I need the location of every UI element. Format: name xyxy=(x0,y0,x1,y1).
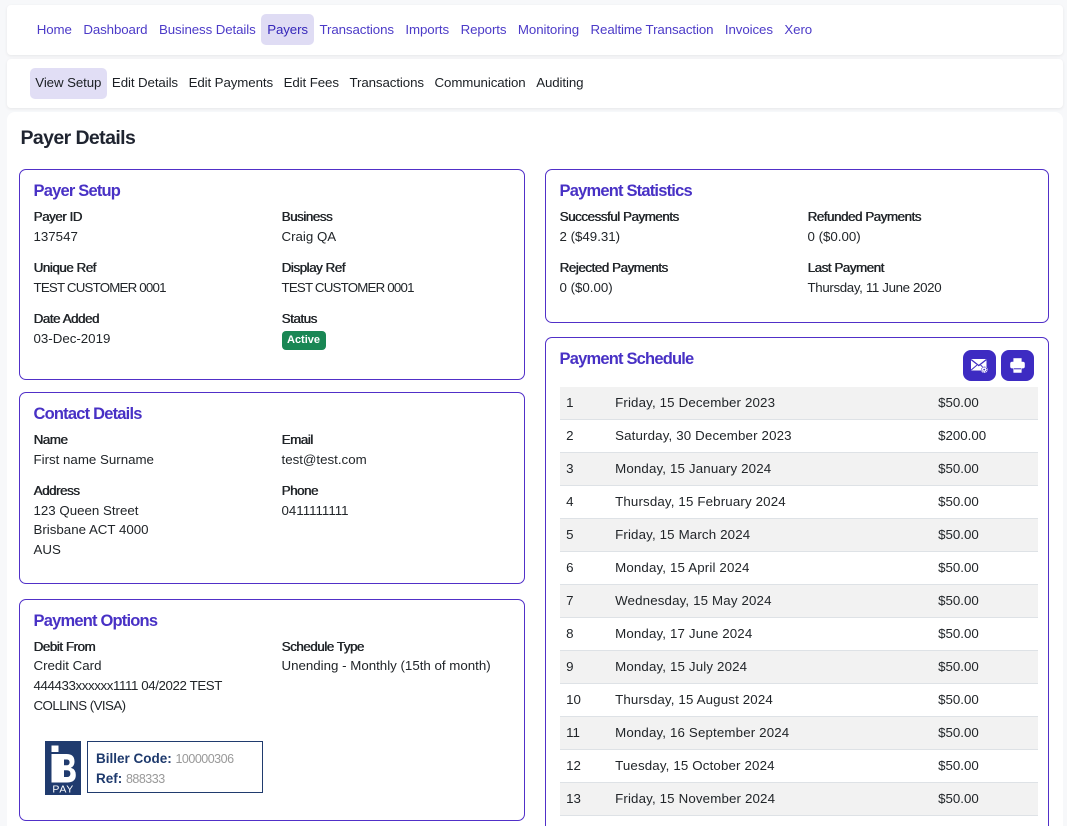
svg-text:PAY: PAY xyxy=(52,784,74,796)
